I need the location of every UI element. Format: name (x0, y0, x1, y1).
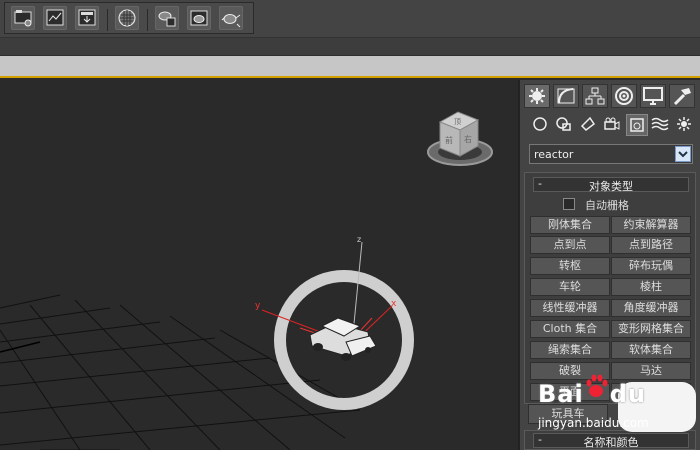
viewcube-top-label: 顶 (454, 118, 461, 126)
helpers-icon[interactable] (626, 114, 648, 136)
viewcube-right-label: 右 (464, 134, 472, 144)
toolbar-strip (0, 38, 700, 56)
watermark-site: jingyan.baidu.com (538, 416, 649, 430)
rendered-frame-window-icon[interactable] (43, 6, 67, 30)
viewcube[interactable]: 顶 前 右 (427, 111, 493, 166)
angular-dashpot-button[interactable]: 角度缓冲器 (611, 299, 691, 317)
name-and-color-title: 名称和颜色 (583, 436, 639, 449)
create-tab-icon[interactable] (524, 84, 550, 108)
toolbar-separator (147, 9, 148, 31)
cloth-collection-button[interactable]: Cloth 集合 (530, 320, 610, 338)
category-dropdown[interactable]: reactor (529, 144, 693, 164)
rope-collection-button[interactable]: 绳索集合 (530, 341, 610, 359)
name-and-color-rollout-header[interactable]: - 名称和颜色 (533, 433, 689, 449)
object-type-rollout: - 对象类型 自动栅格 刚体集合 约束解算器 点到点 点到路径 转枢 碎布玩偶 … (524, 172, 696, 404)
shapes-icon[interactable] (554, 114, 576, 136)
deforming-mesh-collection-button[interactable]: 变形网格集合 (611, 320, 691, 338)
cameras-icon[interactable] (602, 114, 624, 136)
prismatic-button[interactable]: 棱柱 (611, 278, 691, 296)
hierarchy-tab-icon[interactable] (582, 84, 608, 108)
name-and-color-rollout: - 名称和颜色 (524, 430, 696, 450)
world-axis-line (0, 341, 41, 353)
render-iterative-icon[interactable] (155, 6, 179, 30)
object-type-rollout-header[interactable]: - 对象类型 (533, 177, 689, 193)
gizmo-y-label: y (255, 301, 261, 311)
gizmo-x-label: x (391, 299, 397, 309)
main-toolbar (0, 0, 700, 38)
rigid-body-collection-button[interactable]: 刚体集合 (530, 216, 610, 234)
viewcube-front-label: 前 (445, 135, 453, 145)
render-setup-icon[interactable] (11, 6, 35, 30)
geometry-icon[interactable] (530, 114, 552, 136)
point-to-path-button[interactable]: 点到路径 (611, 236, 691, 254)
space-warps-icon[interactable] (650, 114, 672, 136)
active-shade-icon[interactable] (187, 6, 211, 30)
autogrid-label: 自动栅格 (585, 199, 629, 212)
autogrid-checkbox[interactable] (563, 198, 575, 210)
soft-body-collection-button[interactable]: 软体集合 (611, 341, 691, 359)
perspective-viewport[interactable]: z y x 顶 前 右 (0, 80, 518, 450)
render-production-icon[interactable] (75, 6, 99, 30)
render-toolbar-group (4, 2, 254, 34)
gizmo-z-label: z (357, 235, 361, 244)
render-teapot-icon[interactable] (219, 6, 243, 30)
lights-icon[interactable] (578, 114, 600, 136)
baidu-watermark: Bai du jingyan.baidu.com (538, 372, 698, 432)
hinge-button[interactable]: 转枢 (530, 257, 610, 275)
object-type-title: 对象类型 (589, 180, 633, 193)
linear-dashpot-button[interactable]: 线性缓冲器 (530, 299, 610, 317)
constraint-solver-button[interactable]: 约束解算器 (611, 216, 691, 234)
viewport-scene: z y x 顶 前 右 (0, 111, 493, 450)
category-dropdown-value: reactor (534, 148, 574, 161)
utilities-tab-icon[interactable] (669, 84, 695, 108)
wheel-button[interactable]: 车轮 (530, 278, 610, 296)
ragdoll-button[interactable]: 碎布玩偶 (611, 257, 691, 275)
home-grid (0, 294, 361, 450)
point-to-point-button[interactable]: 点到点 (530, 236, 610, 254)
create-category-tabs (530, 114, 696, 136)
modify-tab-icon[interactable] (553, 84, 579, 108)
baidu-paw-icon (586, 374, 608, 397)
motion-tab-icon[interactable] (611, 84, 637, 108)
command-panel-tabs (524, 84, 696, 108)
viewport-label-bar (0, 56, 700, 78)
chevron-down-icon[interactable] (675, 146, 691, 162)
material-editor-icon[interactable] (115, 6, 139, 30)
display-tab-icon[interactable] (640, 84, 666, 108)
toolbar-separator (107, 9, 108, 31)
systems-icon[interactable] (674, 114, 696, 136)
